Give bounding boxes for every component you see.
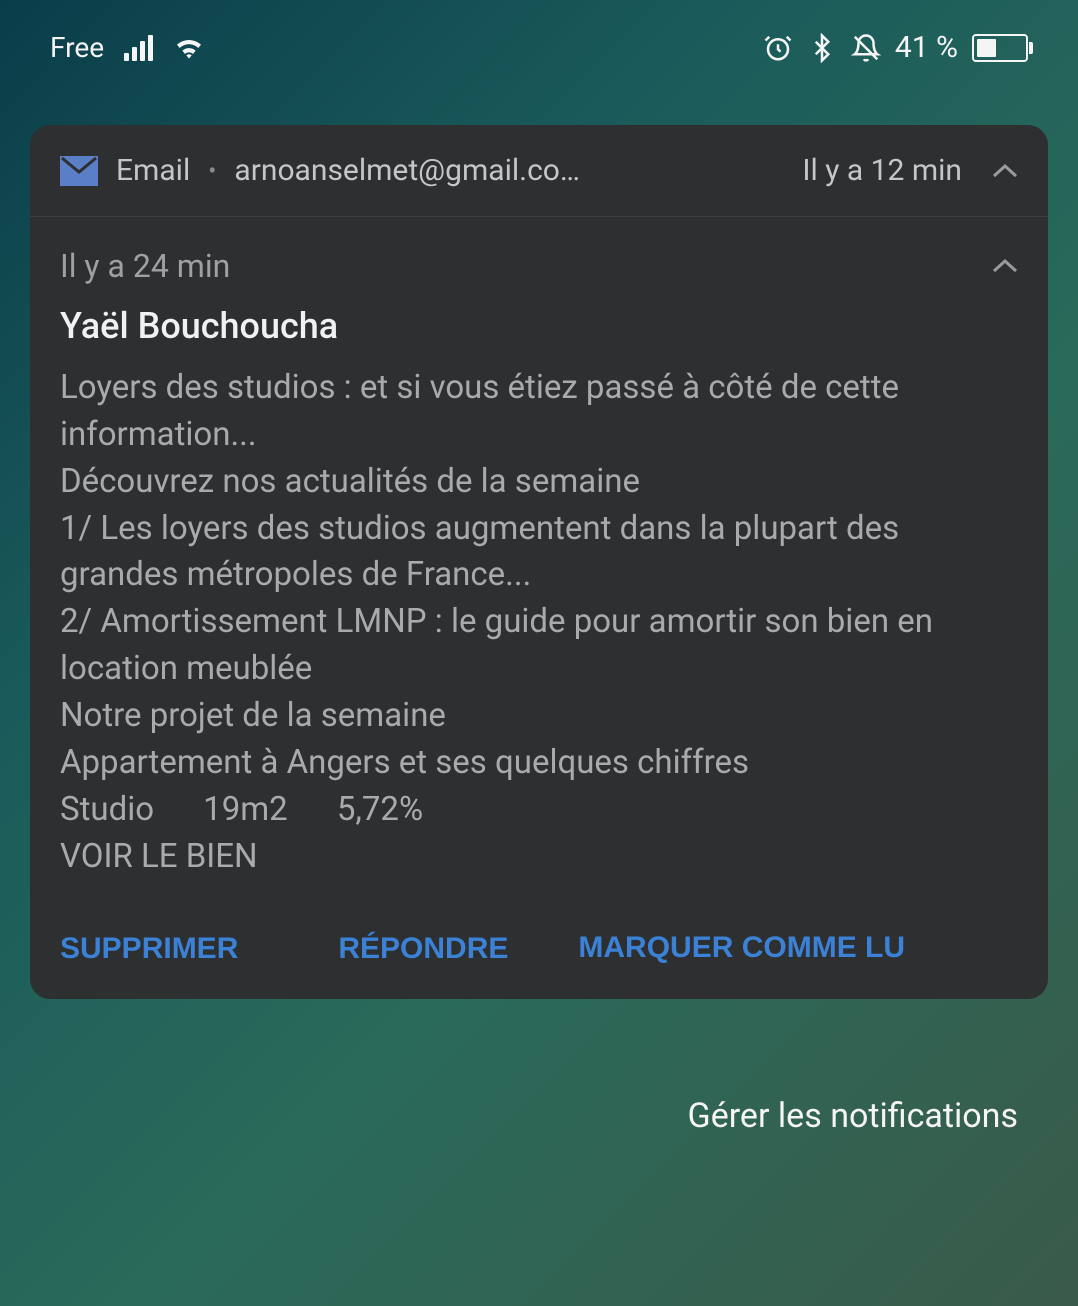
wifi-icon — [173, 35, 205, 61]
notification-subheader[interactable]: Il y a 24 min — [30, 217, 1048, 305]
status-bar: Free 41 % — [0, 0, 1078, 85]
sub-time: Il y a 24 min — [60, 247, 230, 285]
notification-actions: SUPPRIMER RÉPONDRE MARQUER COMME LU — [30, 900, 1048, 999]
app-name: Email — [116, 153, 190, 188]
account-email: arnoanselmet@gmail.co… — [234, 153, 784, 188]
body-text: Loyers des studios : et si vous étiez pa… — [60, 365, 1018, 880]
battery-text: 41 % — [895, 30, 958, 65]
manage-notifications-link[interactable]: Gérer les notifications — [688, 1096, 1018, 1136]
notification-card[interactable]: Email • arnoanselmet@gmail.co… Il y a 12… — [30, 125, 1048, 999]
header-time: Il y a 12 min — [802, 153, 962, 188]
chevron-up-icon[interactable] — [992, 163, 1018, 179]
bluetooth-icon — [807, 33, 837, 63]
carrier-label: Free — [50, 31, 104, 64]
separator-dot: • — [208, 157, 216, 185]
mute-icon — [851, 33, 881, 63]
status-left: Free — [50, 31, 205, 64]
sender-name: Yaël Bouchoucha — [60, 305, 1018, 347]
notification-header[interactable]: Email • arnoanselmet@gmail.co… Il y a 12… — [30, 125, 1048, 217]
battery-icon — [972, 34, 1028, 62]
status-right: 41 % — [763, 30, 1028, 65]
signal-icon — [124, 35, 153, 61]
chevron-up-icon[interactable] — [992, 258, 1018, 274]
reply-button[interactable]: RÉPONDRE — [338, 932, 508, 966]
notification-content[interactable]: Yaël Bouchoucha Loyers des studios : et … — [30, 305, 1048, 900]
alarm-icon — [763, 33, 793, 63]
email-icon — [60, 156, 98, 186]
delete-button[interactable]: SUPPRIMER — [60, 932, 238, 966]
mark-read-button[interactable]: MARQUER COMME LU — [578, 928, 905, 969]
